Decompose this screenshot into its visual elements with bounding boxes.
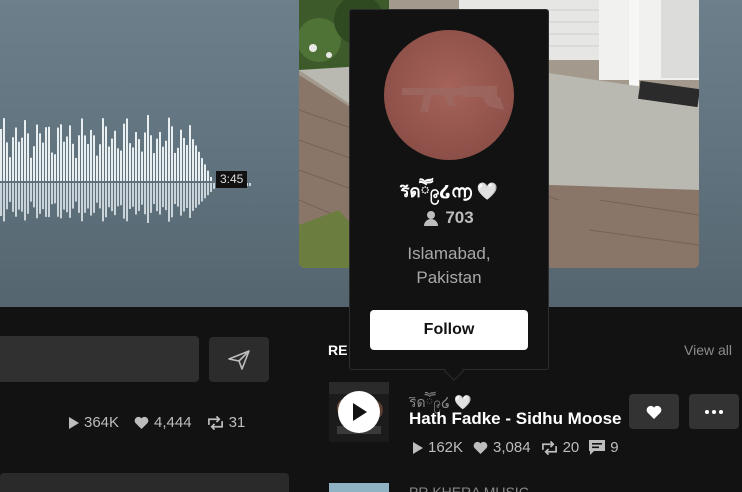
followers-value: 703 (445, 208, 474, 227)
track-stats: 364K 4,444 31 (69, 414, 245, 431)
followers-count[interactable]: 703 (349, 208, 549, 228)
repost-icon (207, 415, 223, 430)
secondary-panel (0, 473, 289, 492)
location-line-1: Islamabad, (407, 244, 491, 263)
like-button[interactable] (629, 394, 679, 429)
comments-count: 9 (610, 439, 619, 456)
likes-stat[interactable]: 4,444 (134, 414, 192, 431)
related-track-artist[interactable]: PR KHERA MUSIC (409, 484, 529, 492)
related-track-title[interactable]: Hath Fadke - Sidhu Moose (409, 409, 629, 429)
plays-stat: 364K (69, 414, 119, 431)
duration-label: 3:45 (216, 171, 248, 188)
play-button[interactable] (338, 391, 380, 433)
user-location: Islamabad, Pakistan (349, 242, 549, 290)
related-track-stats: 162K 3,084 20 9 (413, 439, 619, 456)
play-count-icon (69, 416, 79, 429)
rifle-silhouette-image (402, 86, 504, 112)
view-all-link[interactable]: View all (684, 342, 732, 358)
likes-count: 4,444 (154, 414, 192, 431)
location-line-2: Pakistan (416, 268, 482, 287)
reposts-count: 20 (562, 439, 580, 456)
comment-input[interactable] (0, 336, 199, 382)
reposts-stat[interactable]: 31 (207, 414, 246, 431)
heart-icon (134, 416, 149, 429)
more-options-button[interactable] (689, 394, 739, 429)
plays-count: 364K (84, 414, 120, 431)
reposts-count: 31 (228, 414, 246, 431)
send-icon (228, 349, 250, 370)
plays-stat: 162K (413, 439, 463, 456)
related-track-artwork[interactable] (329, 483, 389, 492)
comment-icon (589, 440, 606, 455)
likes-stat[interactable]: 3,084 (473, 439, 531, 456)
avatar[interactable] (384, 30, 514, 160)
heart-icon (473, 441, 488, 454)
send-comment-button[interactable] (209, 337, 269, 382)
waveform[interactable] (0, 95, 260, 235)
heart-icon (646, 405, 662, 419)
repost-icon (541, 440, 557, 455)
user-icon (424, 210, 439, 226)
likes-count: 3,084 (493, 439, 531, 456)
play-icon (353, 403, 367, 421)
play-count-icon (413, 441, 423, 454)
comments-stat[interactable]: 9 (589, 439, 619, 456)
reposts-stat[interactable]: 20 (541, 439, 580, 456)
related-tracks-heading: RE (328, 342, 348, 358)
plays-count: 162K (428, 439, 464, 456)
ellipsis-icon (705, 409, 723, 414)
follow-button[interactable]: Follow (370, 310, 528, 350)
